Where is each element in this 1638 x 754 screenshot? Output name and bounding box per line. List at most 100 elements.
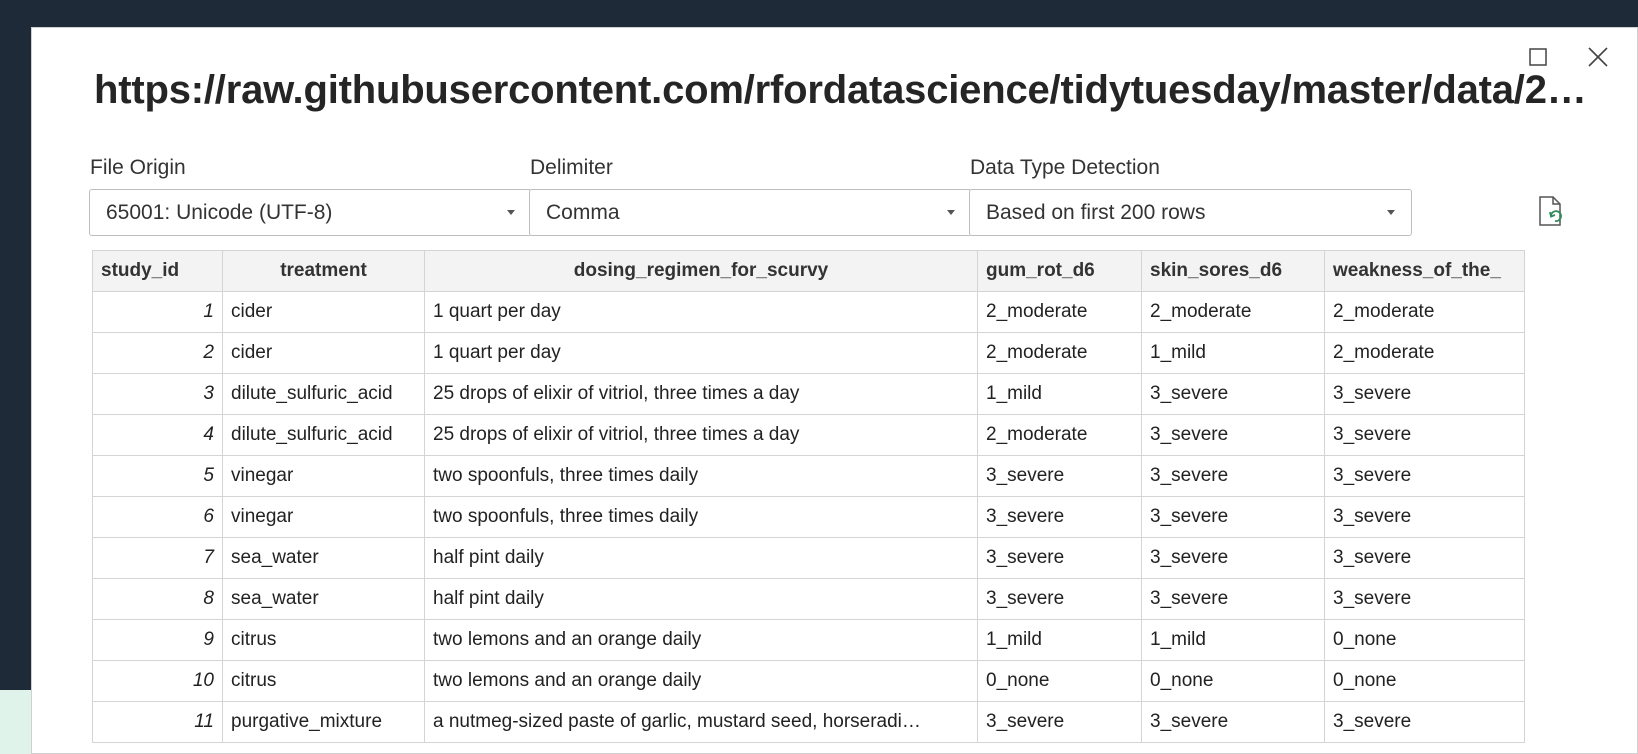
table-cell: 3_severe	[1324, 496, 1525, 538]
study-id-cell: 11	[92, 701, 223, 743]
column-header[interactable]: treatment	[222, 250, 425, 292]
table-row: 2 cider 1 quart per day 2_moderate 1_mild 2_m…	[92, 332, 1525, 374]
table-cell: two lemons and an orange daily	[424, 660, 978, 702]
table-cell: 3_severe	[977, 455, 1142, 497]
table-row: 6 vinegar two spoonfuls, three times daily…	[92, 496, 1525, 538]
study-id-cell: 1	[92, 291, 223, 333]
table-cell: 3_severe	[1141, 701, 1325, 743]
table-cell: 2_moderate	[977, 291, 1142, 333]
background-window-edge	[0, 690, 32, 754]
column-header[interactable]: skin_sores_d6	[1141, 250, 1325, 292]
file-origin-dropdown[interactable]: 65001: Unicode (UTF-8)	[89, 189, 532, 236]
table-cell: sea_water	[222, 537, 425, 579]
table-cell: purgative_mixture	[222, 701, 425, 743]
close-icon	[1588, 47, 1608, 67]
table-cell: 25 drops of elixir of vitriol, three tim…	[424, 414, 978, 456]
table-cell: citrus	[222, 660, 425, 702]
table-cell: 2_moderate	[1324, 291, 1525, 333]
dialog-title: https://raw.githubusercontent.com/rforda…	[94, 68, 1587, 112]
table-cell: 0_none	[977, 660, 1142, 702]
refresh-file-icon	[1539, 196, 1562, 226]
table-row: 1 cider 1 quart per day 2_moderate 2_moderat…	[92, 291, 1525, 333]
table-cell: 0_none	[1324, 660, 1525, 702]
table-cell: 3_severe	[977, 496, 1142, 538]
chevron-down-icon	[507, 210, 515, 215]
file-origin-label: File Origin	[90, 156, 186, 179]
table-cell: 1_mild	[1141, 332, 1325, 374]
study-id-cell: 6	[92, 496, 223, 538]
table-cell: dilute_sulfuric_acid	[222, 373, 425, 415]
column-header[interactable]: gum_rot_d6	[977, 250, 1142, 292]
table-cell: half pint daily	[424, 537, 978, 579]
table-cell: 1_mild	[977, 619, 1142, 661]
table-cell: 3_severe	[977, 578, 1142, 620]
table-cell: 1 quart per day	[424, 291, 978, 333]
refresh-preview-button[interactable]	[1530, 192, 1570, 232]
table-header-row: study_id treatment dosing_regimen_for_sc…	[92, 250, 1525, 292]
table-cell: 1_mild	[1141, 619, 1325, 661]
table-cell: a nutmeg-sized paste of garlic, mustard …	[424, 701, 978, 743]
import-preview-dialog: https://raw.githubusercontent.com/rforda…	[31, 27, 1638, 754]
table-row: 11 purgative_mixture a nutmeg-sized paste …	[92, 701, 1525, 743]
study-id-cell: 3	[92, 373, 223, 415]
table-cell: vinegar	[222, 496, 425, 538]
table-cell: cider	[222, 332, 425, 374]
study-id-cell: 9	[92, 619, 223, 661]
table-cell: 2_moderate	[1324, 332, 1525, 374]
table-cell: 1 quart per day	[424, 332, 978, 374]
table-cell: 3_severe	[1324, 701, 1525, 743]
data-type-detection-label: Data Type Detection	[970, 156, 1160, 179]
table-cell: 25 drops of elixir of vitriol, three tim…	[424, 373, 978, 415]
table-cell: cider	[222, 291, 425, 333]
column-header[interactable]: study_id	[92, 250, 223, 292]
table-cell: 1_mild	[977, 373, 1142, 415]
table-cell: dilute_sulfuric_acid	[222, 414, 425, 456]
table-cell: 3_severe	[1141, 373, 1325, 415]
delimiter-value: Comma	[546, 200, 620, 224]
table-row: 5 vinegar two spoonfuls, three times daily…	[92, 455, 1525, 497]
study-id-cell: 5	[92, 455, 223, 497]
data-preview-table: study_id treatment dosing_regimen_for_sc…	[92, 250, 1525, 743]
chevron-down-icon	[947, 210, 955, 215]
data-preview-grid: study_id treatment dosing_regimen_for_sc…	[92, 250, 1600, 753]
table-cell: 3_severe	[1141, 537, 1325, 579]
table-row: 9 citrus two lemons and an orange daily 1_m…	[92, 619, 1525, 661]
table-cell: 2_moderate	[1141, 291, 1325, 333]
table-cell: 3_severe	[1141, 455, 1325, 497]
study-id-cell: 4	[92, 414, 223, 456]
table-cell: 3_severe	[1141, 414, 1325, 456]
delimiter-dropdown[interactable]: Comma	[529, 189, 972, 236]
table-cell: 3_severe	[977, 701, 1142, 743]
column-header[interactable]: dosing_regimen_for_scurvy	[424, 250, 978, 292]
file-origin-value: 65001: Unicode (UTF-8)	[106, 200, 333, 224]
table-cell: sea_water	[222, 578, 425, 620]
table-row: 10 citrus two lemons and an orange daily 0_…	[92, 660, 1525, 702]
table-cell: two spoonfuls, three times daily	[424, 496, 978, 538]
column-header[interactable]: weakness_of_the_	[1324, 250, 1525, 292]
table-cell: two spoonfuls, three times daily	[424, 455, 978, 497]
delimiter-label: Delimiter	[530, 156, 613, 179]
table-cell: 3_severe	[1324, 578, 1525, 620]
table-cell: 2_moderate	[977, 414, 1142, 456]
table-cell: vinegar	[222, 455, 425, 497]
table-row: 4 dilute_sulfuric_acid 25 drops of elixir …	[92, 414, 1525, 456]
table-cell: 3_severe	[1141, 578, 1325, 620]
table-cell: 0_none	[1141, 660, 1325, 702]
table-cell: 2_moderate	[977, 332, 1142, 374]
data-type-detection-dropdown[interactable]: Based on first 200 rows	[969, 189, 1412, 236]
table-cell: 3_severe	[1324, 373, 1525, 415]
table-cell: citrus	[222, 619, 425, 661]
table-cell: 3_severe	[1324, 414, 1525, 456]
table-cell: 3_severe	[1324, 455, 1525, 497]
study-id-cell: 7	[92, 537, 223, 579]
table-cell: 3_severe	[977, 537, 1142, 579]
study-id-cell: 10	[92, 660, 223, 702]
table-row: 8 sea_water half pint daily 3_severe 3_sever…	[92, 578, 1525, 620]
table-cell: 3_severe	[1141, 496, 1325, 538]
table-row: 3 dilute_sulfuric_acid 25 drops of elixir …	[92, 373, 1525, 415]
study-id-cell: 2	[92, 332, 223, 374]
table-row: 7 sea_water half pint daily 3_severe 3_sever…	[92, 537, 1525, 579]
chevron-down-icon	[1387, 210, 1395, 215]
study-id-cell: 8	[92, 578, 223, 620]
table-cell: 0_none	[1324, 619, 1525, 661]
